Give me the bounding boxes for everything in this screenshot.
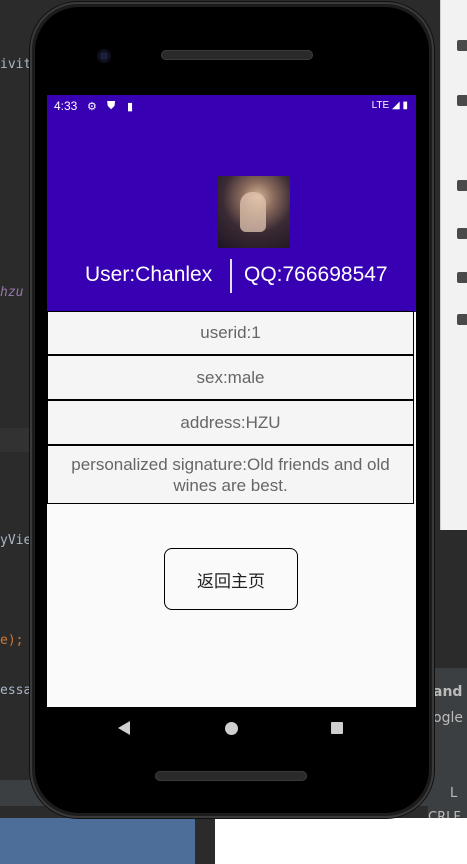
toolbar-icon[interactable] — [457, 95, 467, 106]
notification-title: and — [433, 684, 463, 700]
sex-row: sex:male — [47, 355, 414, 400]
code-fragment: yVie — [0, 533, 32, 548]
status-bar: 4:33 ⚙ ⛊ ▮ LTE ◢ ▮ — [47, 95, 416, 117]
network-type: LTE — [371, 100, 390, 111]
nav-home-icon[interactable] — [225, 722, 238, 735]
battery-icon: ▮ — [402, 100, 408, 111]
ide-right-panel — [440, 0, 467, 530]
code-fragment: ivit — [0, 57, 32, 72]
signal-icon: ◢ — [392, 100, 400, 111]
toolbar-icon[interactable] — [457, 40, 467, 51]
code-fragment: e); — [0, 633, 24, 648]
top-speaker — [161, 50, 313, 60]
toolbar-icon[interactable] — [457, 180, 467, 191]
user-name: User:Chanlex — [85, 263, 213, 286]
toolbar-icon[interactable] — [457, 314, 467, 325]
network-status: LTE ◢ ▮ — [372, 100, 408, 111]
nav-back-icon[interactable] — [118, 721, 130, 735]
code-fragment: essa — [0, 683, 32, 698]
settings-icon: ⚙ — [87, 101, 97, 113]
user-qq: QQ:766698547 — [244, 263, 388, 286]
userid-row: userid:1 — [47, 311, 414, 355]
status-label: L — [450, 786, 458, 801]
signature-row: personalized signature:Old friends and o… — [47, 445, 414, 504]
back-to-home-button[interactable]: 返回主页 — [164, 548, 298, 610]
avatar — [218, 176, 290, 248]
status-time: 4:33 — [54, 99, 78, 113]
nav-recent-apps-icon[interactable] — [331, 722, 343, 734]
avatar-figure — [240, 192, 266, 232]
front-camera — [97, 49, 111, 63]
code-fragment: hzu — [0, 285, 24, 300]
header-divider — [230, 259, 232, 293]
nav-bar — [47, 707, 416, 749]
bottom-speaker — [155, 771, 307, 781]
ide-footer-left — [0, 818, 195, 864]
notification-text: ogle — [433, 710, 463, 726]
address-row: address:HZU — [47, 400, 414, 445]
ide-footer-right — [215, 818, 467, 864]
shield-icon: ⛊ — [107, 100, 116, 112]
sd-card-icon: ▮ — [127, 101, 134, 113]
app-screen: 4:33 ⚙ ⛊ ▮ LTE ◢ ▮ User:Chanlex QQ:76669… — [47, 95, 416, 707]
toolbar-icon[interactable] — [457, 272, 467, 283]
profile-header: User:Chanlex QQ:766698547 — [47, 117, 416, 312]
toolbar-icon[interactable] — [457, 228, 467, 239]
ide-footer-gap — [195, 818, 215, 864]
